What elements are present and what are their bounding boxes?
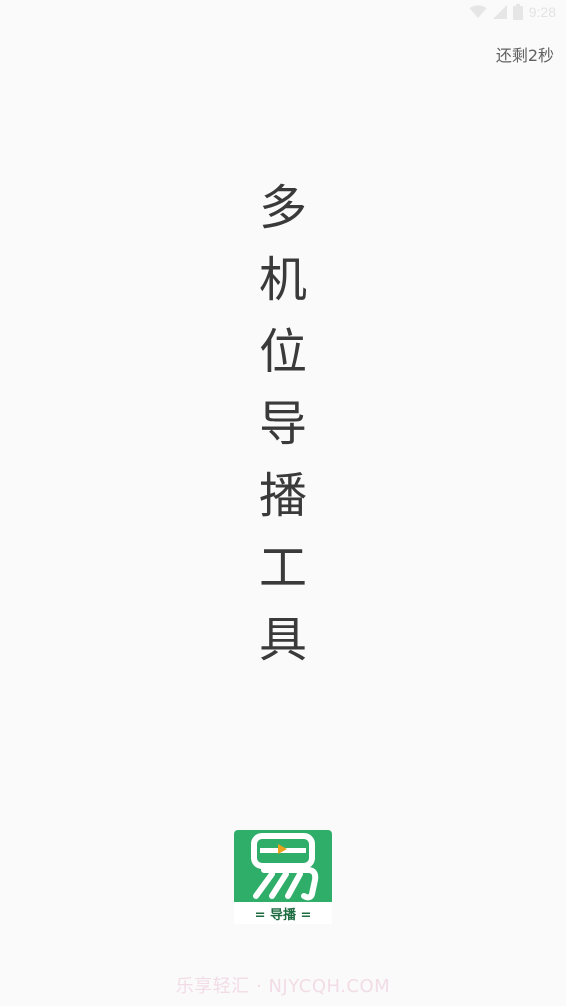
signal-icon <box>492 5 507 19</box>
status-bar: 9:28 <box>0 0 566 28</box>
slogan-char: 机 <box>258 252 307 308</box>
battery-icon <box>512 4 523 20</box>
slogan-char: 工 <box>258 540 307 596</box>
slogan-char: 播 <box>258 468 307 524</box>
slogan-char: 具 <box>258 612 307 668</box>
logo-caption: = 导播 = <box>234 902 332 924</box>
slogan-char: 导 <box>258 396 307 452</box>
slogan-char: 位 <box>258 324 307 380</box>
slogan-char: 多 <box>258 180 307 236</box>
status-icons: 9:28 <box>469 4 556 20</box>
wifi-icon <box>469 5 487 19</box>
slogan: 多 机 位 导 播 工 具 <box>0 172 566 676</box>
skip-countdown-button[interactable]: 还剩2秒 <box>496 42 554 66</box>
status-time: 9:28 <box>528 4 556 20</box>
footer-watermark: 乐享轻汇 · NJYCQH.COM <box>175 976 391 997</box>
logo-glyph-icon <box>251 833 319 901</box>
app-logo: = 导播 = <box>234 830 332 924</box>
logo-glyph-panel <box>234 830 332 902</box>
